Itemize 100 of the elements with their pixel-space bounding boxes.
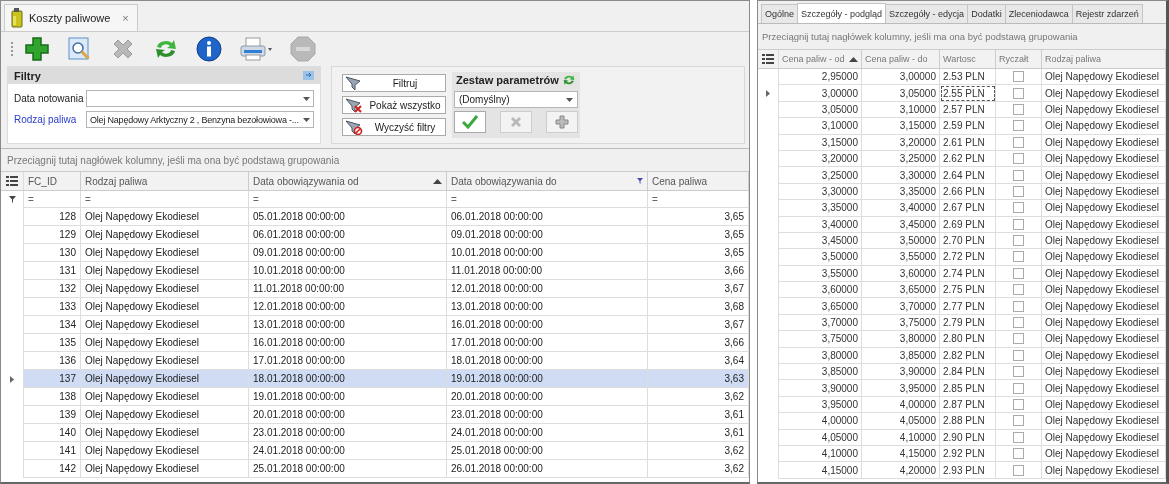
column-header[interactable]: Rodzaj paliwa	[1042, 50, 1166, 68]
checkbox[interactable]	[1013, 120, 1024, 132]
dropdown-field[interactable]: Olej Napędowy Arktyczny 2 , Benzyna bezołowiowa -...	[86, 111, 314, 128]
panel-pin-icon[interactable]	[303, 71, 314, 80]
table-cell: 3,40000	[778, 216, 862, 233]
document-tab[interactable]: Koszty paliwowe ×	[4, 4, 138, 31]
sort-ascending-icon[interactable]	[433, 178, 442, 184]
show-all-button[interactable]: Pokaż wszystko	[342, 96, 446, 114]
column-header[interactable]: Data obowiązywania od	[249, 172, 447, 190]
checkbox[interactable]	[1013, 185, 1024, 197]
table-cell: 3,65	[648, 226, 749, 244]
group-by-hint: Przeciągnij tutaj nagłówek kolumny, jeśli ma ona być podstawą grupowania	[1, 149, 749, 172]
checkbox[interactable]	[1013, 218, 1024, 230]
table-cell: 3,15000	[778, 134, 862, 151]
tab[interactable]: Dodatki	[967, 4, 1006, 23]
table-cell: Olej Napędowy Ekodiesel	[1042, 249, 1166, 266]
column-header[interactable]: Cena paliw - do	[862, 50, 940, 68]
refresh-icon[interactable]	[562, 73, 576, 87]
table-cell: 09.01.2018 00:00:00	[249, 244, 447, 262]
table-cell: 16.01.2018 00:00:00	[249, 334, 447, 352]
dropdown-arrow-icon[interactable]	[303, 96, 310, 101]
checkbox[interactable]	[1013, 349, 1024, 361]
column-header[interactable]: Data obowiązywania do	[447, 172, 648, 190]
plus-icon[interactable]	[24, 36, 50, 62]
checkbox[interactable]	[1013, 366, 1024, 378]
table-cell: 2.80 PLN	[940, 331, 996, 348]
filter-button[interactable]: Filtruj	[342, 74, 446, 92]
table-cell: 141	[23, 442, 81, 460]
table-cell: 3,60000	[778, 282, 862, 299]
filter-cell[interactable]: =	[447, 191, 648, 208]
table-cell: 142	[23, 460, 81, 478]
checkbox[interactable]	[1013, 382, 1024, 394]
column-chooser-icon[interactable]	[762, 54, 774, 64]
tab[interactable]: Ogólne	[761, 4, 799, 23]
table-cell: 19.01.2018 00:00:00	[249, 388, 447, 406]
checkbox[interactable]	[1013, 317, 1024, 329]
dropdown-arrow-icon[interactable]	[566, 97, 573, 102]
column-header[interactable]: Wartosc	[940, 50, 996, 68]
checkbox[interactable]	[1013, 415, 1024, 427]
checkbox[interactable]	[1013, 103, 1024, 115]
table-cell: 23.01.2018 00:00:00	[447, 406, 648, 424]
accept-button[interactable]	[454, 111, 486, 133]
checkbox[interactable]	[1013, 87, 1024, 99]
filter-cell[interactable]: =	[249, 191, 447, 208]
dropdown-arrow-icon[interactable]	[303, 117, 310, 122]
column-header[interactable]: Cena paliwa	[648, 172, 749, 190]
dropdown-field[interactable]	[86, 90, 314, 107]
table-cell: Olej Napędowy Ekodiesel	[1042, 101, 1166, 119]
info-icon[interactable]	[196, 36, 222, 62]
checkbox[interactable]	[1013, 464, 1024, 476]
filter-cell[interactable]: =	[648, 191, 749, 208]
checkmark-icon[interactable]	[462, 115, 478, 129]
dropdown-field[interactable]: (Domyślny)	[454, 91, 578, 108]
checkbox[interactable]	[1013, 153, 1024, 165]
table-cell: Olej Napędowy Ekodiesel	[1042, 413, 1166, 430]
checkbox[interactable]	[1013, 431, 1024, 443]
filter-cell[interactable]: =	[81, 191, 249, 208]
checkbox[interactable]	[1013, 399, 1024, 410]
checkbox[interactable]	[1013, 202, 1024, 214]
table-cell: 134	[23, 316, 81, 334]
clear-button[interactable]: Wyczyść filtry	[342, 118, 446, 136]
table-cell: 3,67	[648, 280, 749, 298]
checkbox[interactable]	[1013, 71, 1024, 83]
checkbox[interactable]	[1013, 267, 1024, 279]
tab[interactable]: Szczegóły - edycja	[885, 4, 969, 23]
checkbox[interactable]	[1013, 235, 1024, 247]
checkbox[interactable]	[1013, 300, 1024, 312]
filter-icon[interactable]	[637, 178, 643, 184]
table-cell: Olej Napędowy Ekodiesel	[1042, 396, 1166, 414]
column-chooser-icon[interactable]	[6, 176, 18, 186]
table-cell: 3,00000	[778, 85, 862, 102]
table-cell: 131	[23, 262, 81, 280]
printer-icon[interactable]	[239, 36, 273, 62]
checkbox[interactable]	[1013, 169, 1024, 181]
column-header[interactable]: Ryczałt	[996, 50, 1042, 68]
tab[interactable]: Rejestr zdarzeń	[1071, 4, 1143, 23]
field-label: Data notowania	[14, 93, 85, 104]
table-cell: 137	[23, 370, 81, 388]
tab[interactable]: Szczegóły - podgląd	[797, 3, 887, 23]
checkbox[interactable]	[1013, 284, 1024, 296]
checkbox[interactable]	[1013, 448, 1024, 460]
filter-cell[interactable]: =	[23, 191, 81, 208]
table-cell: 3,30000	[862, 167, 940, 184]
checkbox[interactable]	[1013, 333, 1024, 345]
table-cell: Olej Napędowy Ekodiesel	[1042, 429, 1166, 446]
table-cell: 3,95000	[862, 380, 940, 397]
column-header[interactable]: Rodzaj paliwa	[81, 172, 249, 190]
tab[interactable]: Zleceniodawca	[1004, 4, 1073, 23]
table-cell: 2.64 PLN	[940, 167, 996, 184]
table-cell: 3,65000	[778, 298, 862, 315]
table-cell: 133	[23, 298, 81, 316]
column-header[interactable]: FC_ID	[23, 172, 81, 190]
column-header[interactable]: Cena paliw - od	[778, 50, 862, 68]
close-icon[interactable]: ×	[122, 12, 129, 24]
table-cell: Olej Napędowy Ekodiesel	[1042, 314, 1166, 332]
checkbox[interactable]	[1013, 251, 1024, 263]
checkbox[interactable]	[1013, 136, 1024, 148]
table-cell: 3,75000	[862, 314, 940, 332]
sort-ascending-icon[interactable]	[849, 56, 858, 62]
filter-icon[interactable]	[8, 196, 16, 203]
